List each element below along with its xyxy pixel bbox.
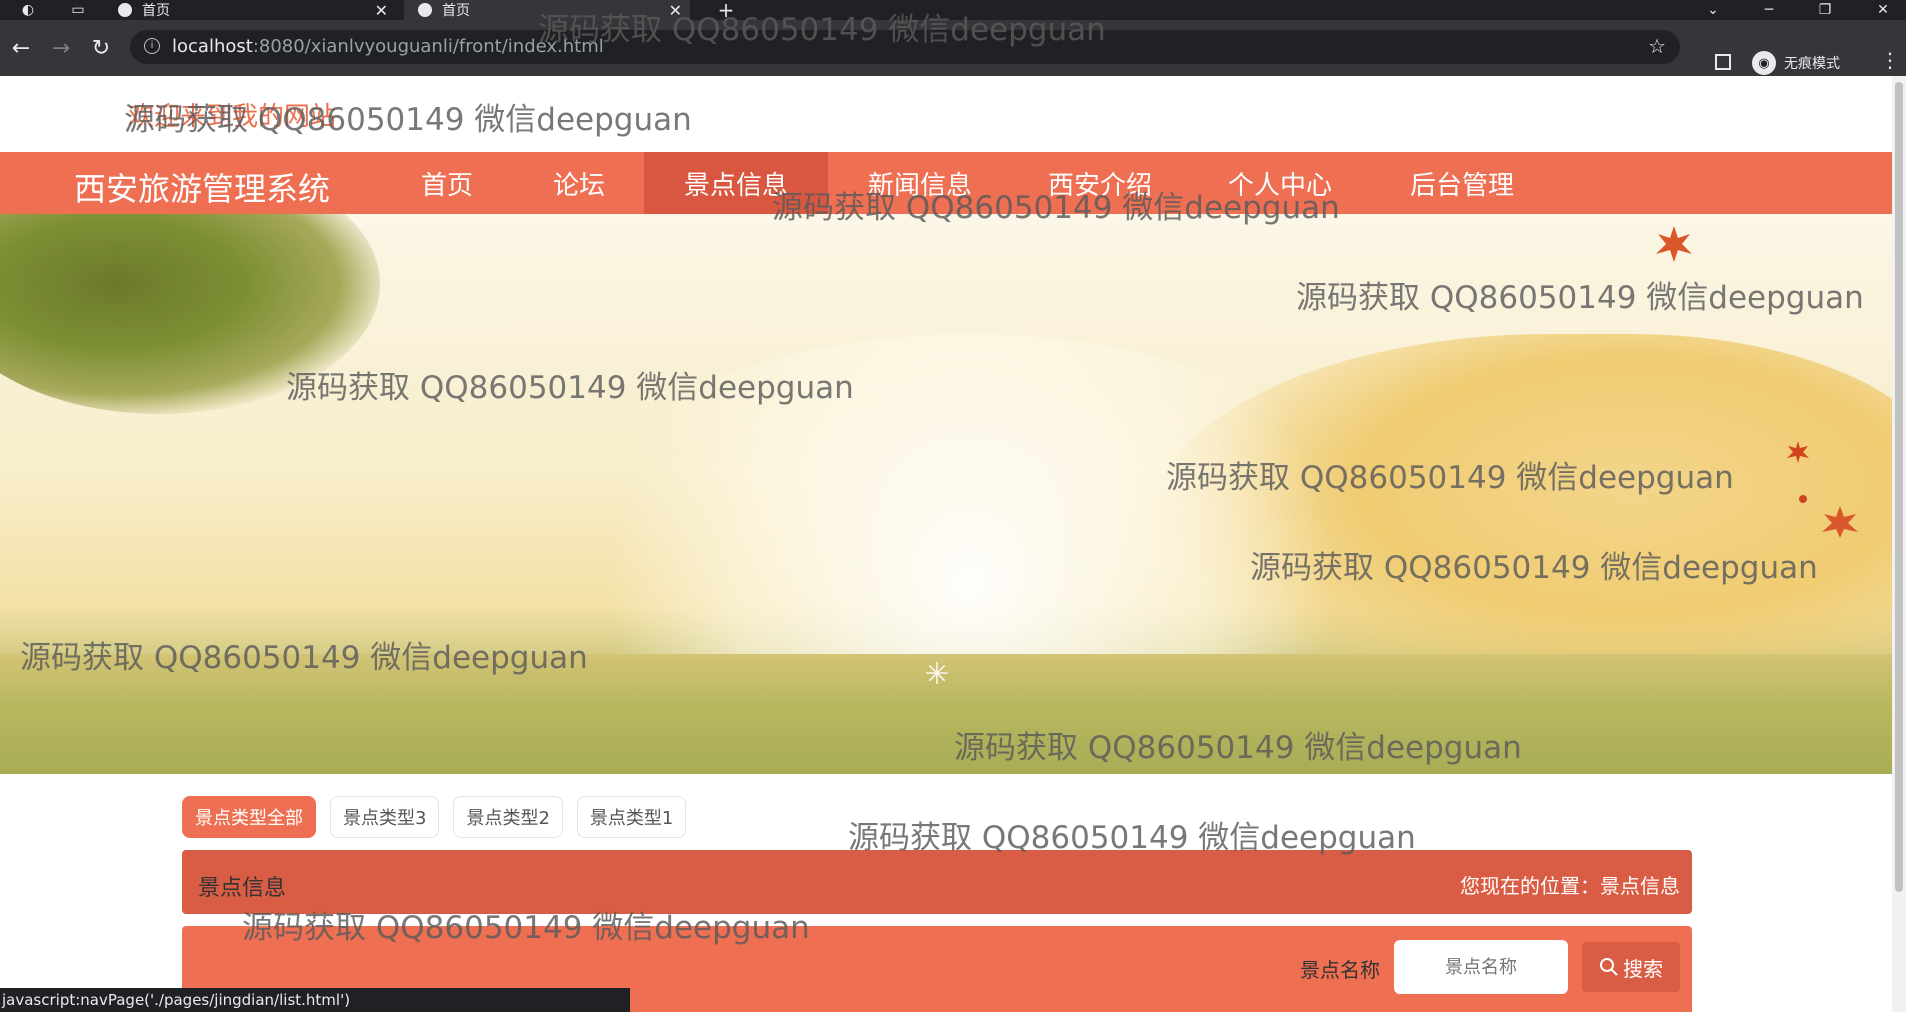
loading-spinner-icon: ✳ bbox=[924, 657, 950, 692]
site-brand[interactable]: 西安旅游管理系统 bbox=[74, 164, 330, 210]
search-label: 景点名称 bbox=[1300, 958, 1380, 982]
browser-tab-1[interactable]: 首页 ✕ bbox=[104, 0, 396, 20]
status-bar: javascript:navPage('./pages/jingdian/lis… bbox=[0, 988, 630, 1012]
watermark: 源码获取 QQ86050149 微信deepguan bbox=[772, 190, 1340, 226]
incognito-indicator[interactable]: ◉ 无痕模式 bbox=[1752, 51, 1840, 75]
incognito-icon: ◉ bbox=[1752, 51, 1776, 75]
globe-icon bbox=[418, 3, 432, 17]
watermark: 源码获取 QQ86050149 微信deepguan bbox=[286, 370, 854, 406]
maple-leaf-icon bbox=[1787, 441, 1809, 463]
watermark: 源码获取 QQ86050149 微信deepguan bbox=[242, 910, 810, 946]
bookmark-star-icon[interactable]: ☆ bbox=[1648, 34, 1666, 58]
close-tab-icon[interactable]: ✕ bbox=[375, 1, 388, 20]
side-panel-icon[interactable] bbox=[1715, 54, 1731, 70]
nav-forum[interactable]: 论坛 bbox=[532, 152, 626, 214]
watermark: 源码获取 QQ86050149 微信deepguan bbox=[20, 640, 588, 676]
tab-title: 首页 bbox=[442, 3, 470, 19]
breadcrumb: 您现在的位置：景点信息 bbox=[1460, 874, 1680, 898]
incognito-label: 无痕模式 bbox=[1784, 56, 1840, 72]
back-icon[interactable]: ← bbox=[6, 34, 36, 62]
category-filter: 景点类型全部 景点类型3 景点类型2 景点类型1 bbox=[182, 796, 700, 838]
tab-title: 首页 bbox=[142, 3, 170, 19]
watermark: 源码获取 QQ86050149 微信deepguan bbox=[1296, 280, 1864, 316]
watermark: 源码获取 QQ86050149 微信deepguan bbox=[1166, 460, 1734, 496]
watermark: 源码获取 QQ86050149 微信deepguan bbox=[124, 102, 692, 138]
forward-icon[interactable]: → bbox=[46, 34, 76, 62]
search-button-label: 搜索 bbox=[1623, 956, 1663, 981]
nav-admin[interactable]: 后台管理 bbox=[1392, 152, 1532, 214]
minimize-icon[interactable]: ─ bbox=[1758, 0, 1780, 20]
maple-leaf-icon bbox=[1822, 506, 1858, 538]
window-close-icon[interactable]: ✕ bbox=[1872, 0, 1894, 20]
scrollbar-thumb[interactable] bbox=[1895, 82, 1903, 892]
restore-icon[interactable]: ❐ bbox=[1814, 0, 1836, 20]
maple-leaf-icon bbox=[1799, 495, 1807, 503]
url-host: localhost bbox=[172, 36, 253, 57]
category-type-2[interactable]: 景点类型2 bbox=[453, 796, 563, 838]
category-type-3[interactable]: 景点类型3 bbox=[330, 796, 440, 838]
tab-list-icon[interactable]: ⌄ bbox=[1702, 0, 1724, 20]
category-all[interactable]: 景点类型全部 bbox=[182, 796, 316, 838]
info-icon[interactable]: i bbox=[144, 38, 160, 54]
search-icon bbox=[1600, 958, 1618, 976]
watermark: 源码获取 QQ86050149 微信deepguan bbox=[954, 730, 1522, 766]
nav-home[interactable]: 首页 bbox=[402, 152, 492, 214]
page-scrollbar[interactable] bbox=[1892, 76, 1906, 1012]
maple-leaf-icon bbox=[1656, 226, 1692, 262]
category-type-1[interactable]: 景点类型1 bbox=[576, 796, 687, 838]
watermark: 源码获取 QQ86050149 微信deepguan bbox=[1250, 550, 1818, 586]
globe-icon bbox=[118, 3, 132, 17]
more-menu-icon[interactable]: ⋮ bbox=[1880, 50, 1900, 70]
reload-icon[interactable]: ↻ bbox=[86, 34, 116, 62]
watermark: 源码获取 QQ86050149 微信deepguan bbox=[538, 12, 1106, 48]
browser-menu-icon[interactable]: ◐ bbox=[18, 0, 38, 20]
tab-search-icon[interactable]: ▭ bbox=[68, 0, 88, 20]
section-title: 景点信息 bbox=[198, 876, 287, 901]
search-input[interactable] bbox=[1394, 940, 1568, 994]
search-button[interactable]: 搜索 bbox=[1582, 942, 1680, 992]
watermark: 源码获取 QQ86050149 微信deepguan bbox=[848, 820, 1416, 856]
